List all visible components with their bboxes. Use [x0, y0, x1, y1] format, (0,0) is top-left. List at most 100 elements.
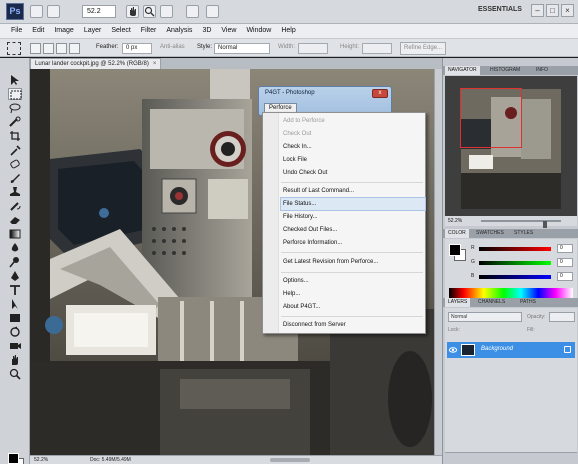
blue-slider[interactable]	[479, 275, 551, 279]
status-zoom[interactable]: 52.2%	[34, 456, 48, 464]
style-select[interactable]: Normal	[214, 43, 270, 54]
menu-item-disconnect-from-server[interactable]: Disconnect from Server	[281, 319, 425, 331]
move-tool-icon[interactable]	[8, 74, 22, 86]
crop-tool-icon[interactable]	[8, 130, 22, 142]
color-spectrum-ramp[interactable]	[449, 288, 573, 298]
navigator-zoom-slider[interactable]	[481, 220, 561, 228]
rotate-view-icon[interactable]	[160, 5, 173, 18]
tab-color[interactable]: COLOR	[445, 229, 469, 238]
tab-layers[interactable]: LAYERS	[445, 298, 471, 307]
navigator-view-box[interactable]	[460, 88, 522, 148]
eyedropper-tool-icon[interactable]	[8, 144, 22, 156]
3d-rotate-tool-icon[interactable]	[8, 326, 22, 338]
tab-info[interactable]: INFO	[533, 66, 551, 75]
visibility-eye-icon[interactable]	[449, 346, 457, 354]
vertical-scrollbar[interactable]	[434, 69, 442, 455]
history-brush-tool-icon[interactable]	[8, 200, 22, 212]
menu-item-checked-out-files[interactable]: Checked Out Files...	[281, 224, 425, 236]
menu-item-help[interactable]: Help...	[281, 288, 425, 300]
pen-tool-icon[interactable]	[8, 270, 22, 282]
rectangular-marquee-icon[interactable]	[7, 42, 21, 55]
menu-image[interactable]: Image	[49, 24, 78, 38]
workspace-switcher[interactable]: ESSENTIALS	[478, 6, 522, 13]
eraser-tool-icon[interactable]	[8, 214, 22, 226]
green-value-input[interactable]: 0	[557, 258, 573, 267]
feather-input[interactable]: 0 px	[122, 43, 152, 54]
clone-stamp-tool-icon[interactable]	[8, 186, 22, 198]
menu-item-perforce-information[interactable]: Perforce Information...	[281, 237, 425, 249]
menu-analysis[interactable]: Analysis	[161, 24, 197, 38]
blur-tool-icon[interactable]	[8, 242, 22, 254]
add-selection-icon[interactable]	[43, 43, 54, 54]
menu-item-check-in[interactable]: Check In...	[281, 141, 425, 153]
hand-tool-icon[interactable]	[8, 354, 22, 366]
healing-brush-tool-icon[interactable]	[8, 158, 22, 170]
subtract-selection-icon[interactable]	[56, 43, 67, 54]
minimize-button[interactable]: –	[531, 4, 544, 17]
shape-tool-icon[interactable]	[8, 312, 22, 324]
menu-filter[interactable]: Filter	[136, 24, 162, 38]
layer-row-background[interactable]: Background	[447, 342, 575, 358]
navigator-preview[interactable]	[445, 76, 577, 224]
lasso-tool-icon[interactable]	[8, 102, 22, 114]
arrange-documents-icon[interactable]	[186, 5, 199, 18]
navigator-zoom-value[interactable]: 52.2%	[448, 218, 462, 224]
menu-help[interactable]: Help	[276, 24, 300, 38]
maximize-button[interactable]: □	[546, 4, 559, 17]
foreground-color-swatch[interactable]	[8, 453, 19, 464]
menu-item-lock-file[interactable]: Lock File	[281, 154, 425, 166]
marquee-tool-icon[interactable]	[8, 88, 22, 100]
opacity-input[interactable]	[549, 312, 575, 322]
blue-value-input[interactable]: 0	[557, 272, 573, 281]
menu-item-about-p4gt[interactable]: About P4GT...	[281, 301, 425, 313]
document-tab[interactable]: Lunar lander cockpit.jpg @ 52.2% (RGB/8)…	[30, 58, 162, 69]
color-foreground-swatch[interactable]	[449, 244, 461, 256]
3d-camera-tool-icon[interactable]	[8, 340, 22, 352]
tab-channels[interactable]: CHANNELS	[475, 298, 508, 307]
horizontal-scrollbar-thumb[interactable]	[270, 458, 310, 462]
dialog-close-button[interactable]: x	[372, 89, 388, 98]
menu-item-file-status[interactable]: File Status...	[280, 197, 426, 211]
green-slider[interactable]	[479, 261, 551, 265]
zoom-level-field[interactable]: 52.2	[82, 5, 116, 18]
menu-3d[interactable]: 3D	[197, 24, 216, 38]
height-input[interactable]	[362, 43, 392, 54]
refine-edge-button[interactable]: Refine Edge...	[400, 42, 446, 55]
tab-styles[interactable]: STYLES	[511, 229, 536, 238]
menu-item-options[interactable]: Options...	[281, 275, 425, 287]
tab-paths[interactable]: PATHS	[517, 298, 539, 307]
zoom-tool-icon[interactable]	[8, 368, 22, 380]
menu-select[interactable]: Select	[106, 24, 135, 38]
view-extras-icon[interactable]	[47, 5, 60, 18]
quick-selection-tool-icon[interactable]	[8, 116, 22, 128]
menu-item-undo-check-out[interactable]: Undo Check Out	[281, 167, 425, 179]
path-selection-tool-icon[interactable]	[8, 298, 22, 310]
zoom-icon[interactable]	[143, 5, 156, 18]
type-tool-icon[interactable]	[8, 284, 22, 296]
close-button[interactable]: ×	[561, 4, 574, 17]
antialias-checkbox[interactable]: Anti-alias	[160, 44, 185, 50]
intersect-selection-icon[interactable]	[69, 43, 80, 54]
hand-icon[interactable]	[126, 5, 139, 18]
dodge-tool-icon[interactable]	[8, 256, 22, 268]
menu-file[interactable]: File	[6, 24, 27, 38]
navigator-zoom-knob[interactable]	[543, 221, 547, 228]
blend-mode-select[interactable]: Normal	[448, 312, 522, 322]
menu-item-get-latest-revision[interactable]: Get Latest Revision from Perforce...	[281, 256, 425, 268]
width-input[interactable]	[298, 43, 328, 54]
menu-item-file-history[interactable]: File History...	[281, 211, 425, 223]
menu-layer[interactable]: Layer	[79, 24, 107, 38]
screen-mode-icon[interactable]	[206, 5, 219, 18]
red-value-input[interactable]: 0	[557, 244, 573, 253]
bridge-icon[interactable]	[30, 5, 43, 18]
menu-view[interactable]: View	[216, 24, 241, 38]
tab-navigator[interactable]: NAVIGATOR	[445, 66, 480, 75]
gradient-tool-icon[interactable]	[8, 228, 22, 240]
brush-tool-icon[interactable]	[8, 172, 22, 184]
menu-edit[interactable]: Edit	[27, 24, 49, 38]
new-selection-icon[interactable]	[30, 43, 41, 54]
menu-window[interactable]: Window	[241, 24, 276, 38]
tab-histogram[interactable]: HISTOGRAM	[487, 66, 523, 75]
menu-item-result-of-last-command[interactable]: Result of Last Command...	[281, 185, 425, 197]
red-slider[interactable]	[479, 247, 551, 251]
